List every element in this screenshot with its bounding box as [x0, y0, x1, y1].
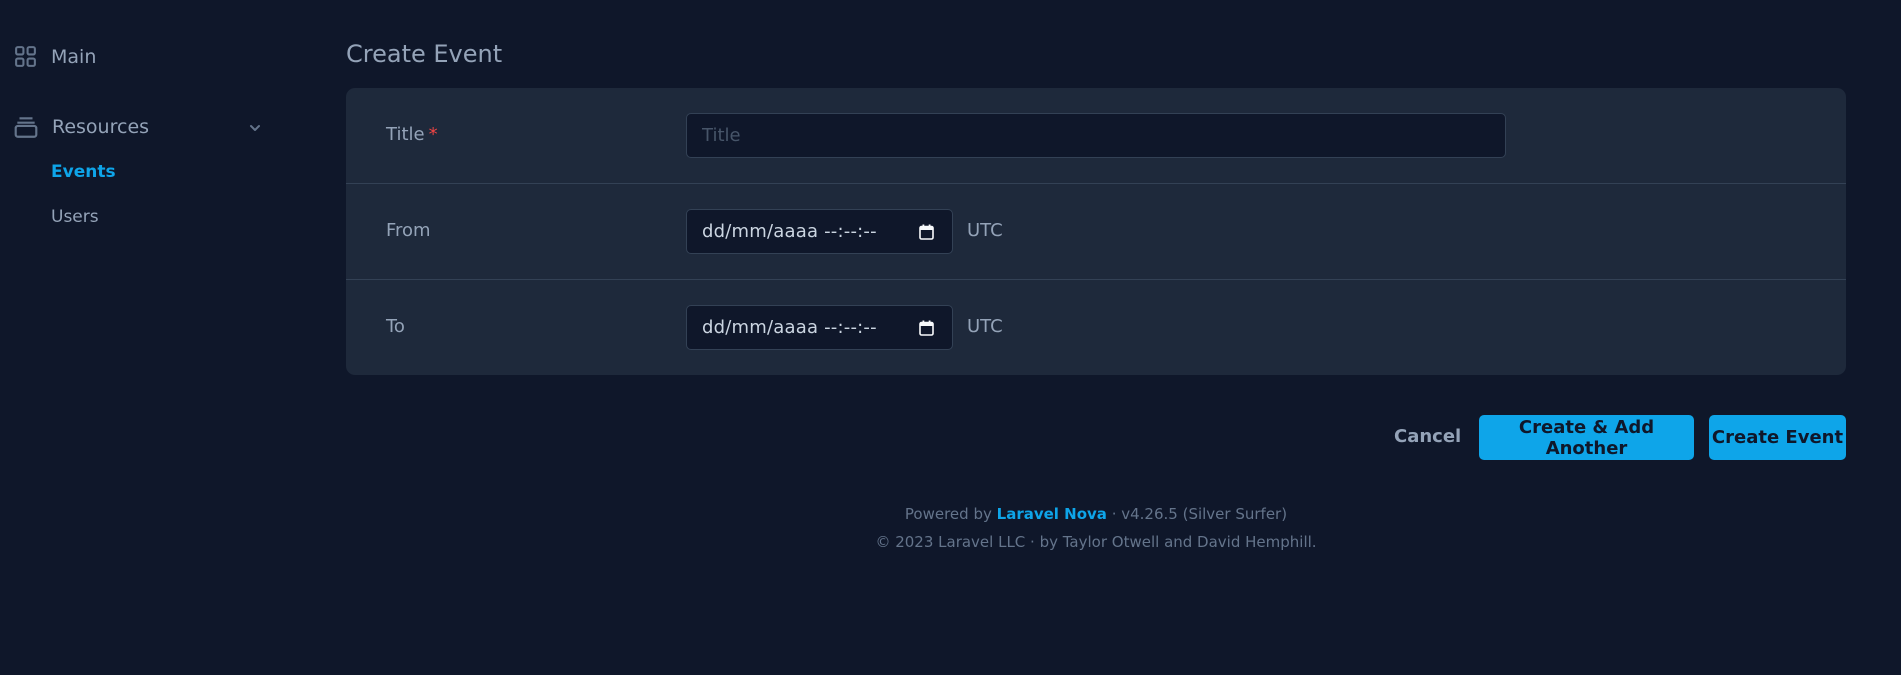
- chevron-down-icon[interactable]: [247, 120, 263, 140]
- cancel-button[interactable]: Cancel: [1394, 426, 1461, 447]
- stack-icon: [13, 114, 39, 140]
- footer-version: · v4.26.5 (Silver Surfer): [1111, 505, 1288, 523]
- calendar-icon[interactable]: [919, 320, 934, 340]
- required-marker: *: [428, 124, 438, 145]
- sidebar-item-events[interactable]: Events: [51, 162, 116, 182]
- footer-brand-link[interactable]: Laravel Nova: [997, 505, 1107, 523]
- footer-copyright: © 2023 Laravel LLC · by Taylor Otwell an…: [875, 533, 1317, 551]
- footer-powered-line: Powered by Laravel Nova · v4.26.5 (Silve…: [346, 500, 1846, 528]
- form-row-to: To dd/mm/aaaa --:--:-- UTC: [346, 280, 1846, 375]
- from-datetime-input[interactable]: dd/mm/aaaa --:--:--: [686, 209, 953, 254]
- create-event-button[interactable]: Create Event: [1709, 415, 1846, 460]
- footer-powered-by: Powered by: [904, 505, 992, 523]
- to-datetime-value: dd/mm/aaaa --:--:--: [702, 317, 877, 338]
- create-add-another-button[interactable]: Create & Add Another: [1479, 415, 1694, 460]
- to-label: To: [386, 316, 405, 337]
- grid-icon: [13, 44, 38, 69]
- form-row-from: From dd/mm/aaaa --:--:-- UTC: [346, 184, 1846, 280]
- form-row-title: Title *: [346, 88, 1846, 184]
- sidebar-item-resources-label: Resources: [52, 116, 150, 138]
- title-label-text: Title: [386, 124, 425, 145]
- sidebar-item-main[interactable]: Main: [13, 44, 96, 69]
- to-datetime-input[interactable]: dd/mm/aaaa --:--:--: [686, 305, 953, 350]
- title-input[interactable]: [686, 113, 1506, 158]
- title-label: Title *: [386, 124, 438, 145]
- calendar-icon[interactable]: [919, 224, 934, 244]
- sidebar-item-resources[interactable]: Resources: [13, 114, 263, 140]
- from-label: From: [386, 220, 431, 241]
- sidebar: Main Resources Events Users: [0, 0, 300, 675]
- from-datetime-value: dd/mm/aaaa --:--:--: [702, 221, 877, 242]
- footer: Powered by Laravel Nova · v4.26.5 (Silve…: [346, 500, 1846, 556]
- to-timezone-label: UTC: [967, 316, 1003, 337]
- from-timezone-label: UTC: [967, 220, 1003, 241]
- event-form-card: Title* From dd/mm/aaaa --:--:-- UTC To d…: [346, 88, 1846, 375]
- page-title: Create Event: [346, 40, 503, 68]
- sidebar-item-users[interactable]: Users: [51, 207, 99, 227]
- sidebar-item-main-label: Main: [51, 45, 97, 68]
